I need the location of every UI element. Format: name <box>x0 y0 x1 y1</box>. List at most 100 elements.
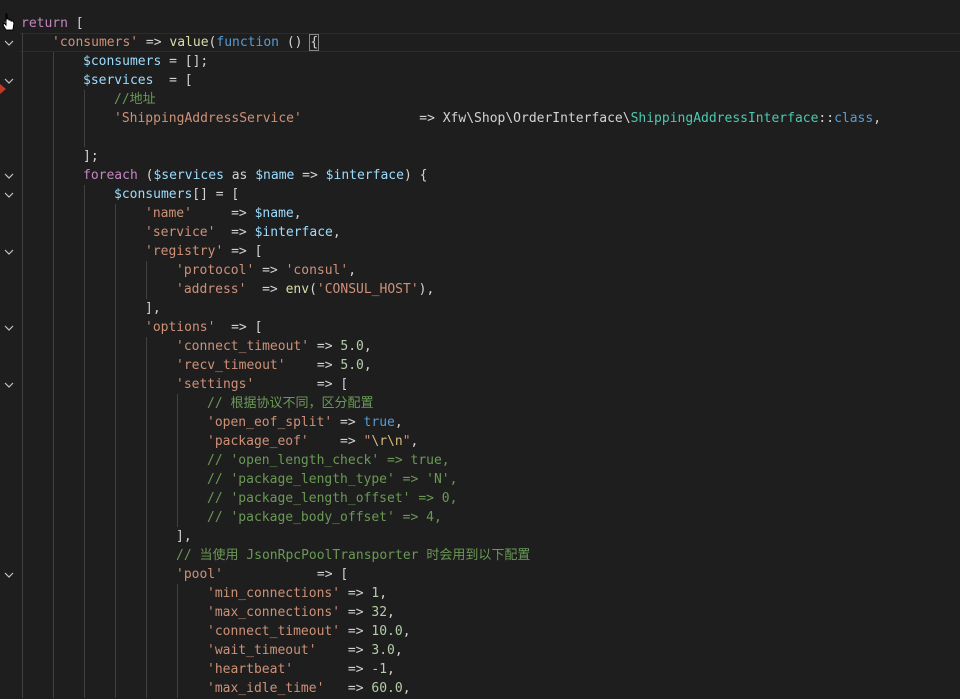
code-line[interactable]: 'settings' => [ <box>176 375 348 394</box>
code-line[interactable]: 'ShippingAddressService' => Xfw\Shop\Ord… <box>114 109 881 128</box>
indent-guide <box>146 261 147 299</box>
fold-chevron-down-icon[interactable] <box>3 569 15 581</box>
code-token: ), <box>418 282 435 297</box>
code-token: , <box>348 263 357 278</box>
code-token: $name <box>254 206 294 221</box>
code-line[interactable]: 'min_connections' => 1, <box>207 584 387 603</box>
code-token: $interface <box>254 225 333 240</box>
code-line[interactable]: $consumers[] = [ <box>114 185 239 204</box>
code-line[interactable]: $services = [ <box>83 71 193 90</box>
code-token: // 'open_length_check' => true, <box>207 453 450 468</box>
code-token: ( <box>137 168 154 183</box>
code-line[interactable]: ]; <box>83 147 99 166</box>
code-line[interactable]: 'heartbeat' => -1, <box>207 660 395 679</box>
code-line[interactable]: 'package_eof' => "\r\n", <box>207 432 418 451</box>
code-token: $services <box>83 73 154 88</box>
code-line[interactable]: // 'package_body_offset' => 4, <box>207 508 442 527</box>
code-token: $interface <box>325 168 404 183</box>
code-token: 60.0 <box>371 681 403 696</box>
code-token: => [ <box>223 244 263 259</box>
code-line[interactable]: 'max_idle_time' => 60.0, <box>207 679 411 698</box>
code-line[interactable]: 'connect_timeout' => 5.0, <box>176 337 372 356</box>
code-line[interactable]: 'wait_timeout' => 3.0, <box>207 641 403 660</box>
code-token: 'consumers' <box>52 35 139 50</box>
code-line[interactable]: // 当使用 JsonRpcPoolTransporter 时会用到以下配置 <box>176 546 530 565</box>
fold-chevron-down-icon[interactable] <box>3 37 15 49</box>
code-line[interactable]: 'consumers' => value(function () { <box>52 33 320 52</box>
code-line[interactable]: 'pool' => [ <box>176 565 348 584</box>
code-token: 'max_idle_time' <box>207 681 325 696</box>
code-line[interactable]: 'max_connections' => 32, <box>207 603 395 622</box>
fold-chevron-down-icon[interactable] <box>3 322 15 334</box>
code-line[interactable]: foreach ($services as $name => $interfac… <box>83 166 427 185</box>
code-token: ) { <box>403 168 428 183</box>
code-token: , <box>387 662 395 677</box>
code-token: 3.0 <box>371 643 395 658</box>
code-token: 5.0 <box>340 339 364 354</box>
breakpoint-marker-icon[interactable] <box>0 84 6 94</box>
code-token: = [ <box>153 73 193 88</box>
code-line[interactable]: 'address' => env('CONSUL_HOST'), <box>176 280 434 299</box>
code-token: , <box>394 415 403 430</box>
code-token: => <box>215 225 255 240</box>
code-token: ]; <box>83 149 99 164</box>
code-token: :: <box>818 111 835 126</box>
code-line[interactable]: 'open_eof_split' => true, <box>207 413 403 432</box>
code-line[interactable]: ], <box>145 299 161 318</box>
code-line[interactable]: return [ <box>21 14 84 33</box>
code-token: as <box>223 168 256 183</box>
code-token: 'protocol' <box>176 263 255 278</box>
code-line[interactable]: ], <box>176 527 192 546</box>
fold-chevron-down-icon[interactable] <box>3 379 15 391</box>
code-token: => <box>138 35 170 50</box>
code-token: env <box>285 282 310 297</box>
code-line[interactable]: 'options' => [ <box>145 318 262 337</box>
code-token: => <box>308 434 364 449</box>
code-token: 'heartbeat' <box>207 662 294 677</box>
code-token: => [ <box>222 567 349 582</box>
code-token: => <box>285 358 341 373</box>
code-token: $consumers <box>114 187 193 202</box>
code-token: ( <box>309 282 317 297</box>
code-line[interactable]: 'connect_timeout' => 10.0, <box>207 622 411 641</box>
code-token: 'open_eof_split' <box>207 415 333 430</box>
code-line[interactable]: $consumers = []; <box>83 52 208 71</box>
code-line[interactable]: // 'package_length_type' => 'N', <box>207 470 457 489</box>
code-line[interactable]: 'recv_timeout' => 5.0, <box>176 356 372 375</box>
indent-guide <box>177 584 178 698</box>
code-token: 'registry' <box>145 244 224 259</box>
code-token: 'connect_timeout' <box>176 339 310 354</box>
code-token: , <box>293 206 302 221</box>
code-line[interactable]: // 根据协议不同，区分配置 <box>207 394 373 413</box>
code-token: // 'package_length_type' => 'N', <box>207 472 458 487</box>
code-token: $consumers <box>83 54 162 69</box>
code-line[interactable]: 'name' => $name, <box>145 204 302 223</box>
editor-gutter <box>0 0 20 699</box>
code-token: => <box>293 662 372 677</box>
code-line[interactable]: // 'open_length_check' => true, <box>207 451 450 470</box>
indent-guide <box>22 33 23 698</box>
code-line[interactable]: // 'package_length_offset' => 0, <box>207 489 457 508</box>
code-token: , <box>332 225 341 240</box>
code-line[interactable]: 'registry' => [ <box>145 242 262 261</box>
code-token: function <box>216 35 279 50</box>
fold-chevron-down-icon[interactable] <box>3 170 15 182</box>
code-token: 'address' <box>176 282 247 297</box>
code-token: 'wait_timeout' <box>207 643 317 658</box>
code-token: class <box>834 111 874 126</box>
code-line[interactable]: 'service' => $interface, <box>145 223 341 242</box>
code-token: // 当使用 JsonRpcPoolTransporter 时会用到以下配置 <box>176 548 531 563</box>
code-token: $name <box>255 168 295 183</box>
code-token: => <box>294 168 326 183</box>
fold-chevron-down-icon[interactable] <box>3 246 15 258</box>
code-token: 'ShippingAddressService' <box>114 111 302 126</box>
code-editor[interactable]: return ['consumers' => value(function ()… <box>0 0 960 699</box>
code-token: => <box>332 415 364 430</box>
code-token: \r\n <box>371 434 403 449</box>
fold-chevron-down-icon[interactable] <box>3 189 15 201</box>
code-line[interactable]: //地址 <box>114 90 156 109</box>
code-token: => [ <box>215 320 263 335</box>
code-token: 'service' <box>145 225 216 240</box>
code-line[interactable]: 'protocol' => 'consul', <box>176 261 356 280</box>
code-token: 'connect_timeout' <box>207 624 341 639</box>
